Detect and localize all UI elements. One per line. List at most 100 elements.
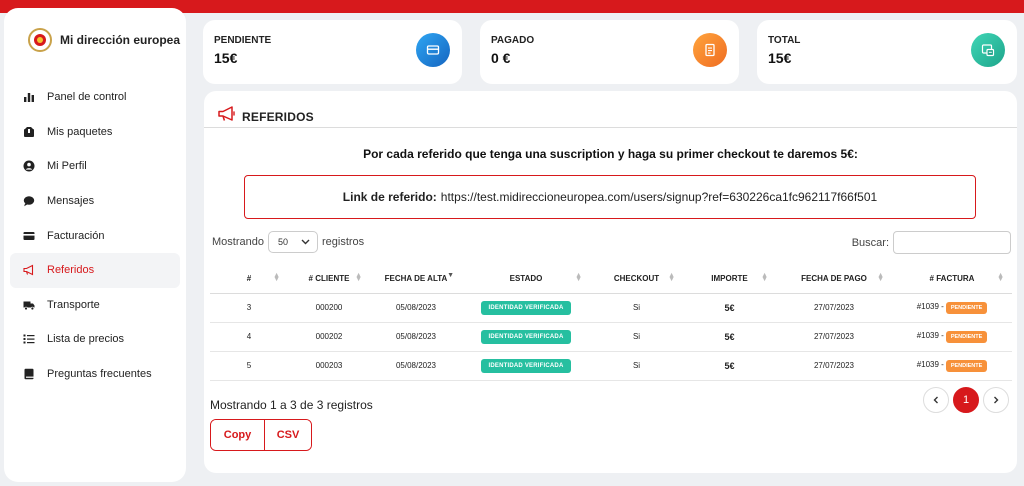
prev-page-button[interactable] xyxy=(923,387,949,413)
page-button-current[interactable]: 1 xyxy=(953,387,979,413)
sort-icon: ▲ ▼ xyxy=(355,272,362,283)
megaphone-icon xyxy=(218,106,236,127)
referral-link-box: Link de referido: https://test.midirecci… xyxy=(244,175,976,219)
column-header-fecha-pago[interactable]: FECHA DE PAGO ▲ ▼ xyxy=(776,264,892,294)
cell-fecha-alta: 05/08/2023 xyxy=(370,351,462,381)
cell-estado: IDENTIDAD VERIFICADA xyxy=(462,322,590,352)
status-badge: IDENTIDAD VERIFICADA xyxy=(481,300,571,315)
referral-link-url[interactable]: https://test.midireccioneuropea.com/user… xyxy=(441,190,877,204)
sidebar-item-label: Lista de precios xyxy=(47,333,125,346)
sidebar-item-transporte[interactable]: Transporte xyxy=(10,288,180,323)
stat-value: 15€ xyxy=(214,50,238,66)
stat-value: 15€ xyxy=(768,50,792,66)
csv-button[interactable]: CSV xyxy=(264,420,311,450)
brand[interactable]: Mi dirección europea xyxy=(28,28,180,52)
cell-factura: #1039 - PENDIENTE xyxy=(892,322,1012,352)
truck-icon xyxy=(22,298,36,312)
status-badge: IDENTIDAD VERIFICADA xyxy=(481,329,571,344)
table-info: Mostrando 1 a 3 de 3 registros xyxy=(210,398,373,412)
search-input[interactable] xyxy=(893,231,1011,254)
column-header-importe[interactable]: IMPORTE ▲ ▼ xyxy=(683,264,776,294)
sidebar-item-facturacion[interactable]: Facturación xyxy=(10,218,180,253)
invoice-number[interactable]: #1039 - xyxy=(917,360,944,369)
invoice-number[interactable]: #1039 - xyxy=(917,302,944,311)
card-header: REFERIDOS xyxy=(218,106,314,127)
table-row[interactable]: 3 000200 05/08/2023 IDENTIDAD VERIFICADA… xyxy=(210,293,1012,323)
table-row[interactable]: 5 000203 05/08/2023 IDENTIDAD VERIFICADA… xyxy=(210,351,1012,381)
page-length-value: 50 xyxy=(277,237,288,247)
column-header-factura[interactable]: # FACTURA ▲ ▼ xyxy=(892,264,1012,294)
sidebar-item-label: Panel de control xyxy=(47,91,127,104)
column-header-estado[interactable]: ESTADO ▲ ▼ xyxy=(462,264,590,294)
sidebar-item-panel-de-control[interactable]: Panel de control xyxy=(10,80,180,115)
sort-icon: ▲ ▼ xyxy=(575,272,582,283)
list-icon xyxy=(22,332,36,346)
cell-checkout: Si xyxy=(590,322,683,352)
referidos-card: REFERIDOS Por cada referido que tenga un… xyxy=(204,91,1017,473)
cell-cliente: 000203 xyxy=(288,351,370,381)
copy-button[interactable]: Copy xyxy=(211,420,264,450)
sidebar-item-mis-paquetes[interactable]: Mis paquetes xyxy=(10,115,180,150)
sidebar-item-label: Preguntas frecuentes xyxy=(47,368,152,381)
cell-fecha-pago: 27/07/2023 xyxy=(776,293,892,323)
next-page-button[interactable] xyxy=(983,387,1009,413)
pagination: 1 xyxy=(923,387,1009,413)
cell-fecha-alta: 05/08/2023 xyxy=(370,322,462,352)
search-label: Buscar: xyxy=(851,236,889,249)
length-prefix: Mostrando xyxy=(212,236,264,248)
export-buttons: Copy CSV xyxy=(210,419,312,451)
column-header-cliente[interactable]: # CLIENTE ▲ ▼ xyxy=(288,264,370,294)
cell-fecha-alta: 05/08/2023 xyxy=(370,293,462,323)
invoice-status-badge: PENDIENTE xyxy=(945,330,988,343)
table-header-row: # ▲ ▼ # CLIENTE ▲ ▼ FECHA DE ALTA ▼ ESTADO ▲ ▼ … xyxy=(210,264,1012,294)
invoice-number[interactable]: #1039 - xyxy=(917,331,944,340)
column-header-checkout[interactable]: CHECKOUT ▲ ▼ xyxy=(590,264,683,294)
sidebar-item-label: Mi Perfil xyxy=(47,160,87,173)
invoice-status-badge: PENDIENTE xyxy=(945,301,988,314)
referidos-table: # ▲ ▼ # CLIENTE ▲ ▼ FECHA DE ALTA ▼ ESTADO ▲ ▼ … xyxy=(210,264,1012,381)
cell-importe: 5€ xyxy=(683,351,776,381)
sort-icon: ▲ ▼ xyxy=(877,272,884,283)
cell-num: 3 xyxy=(210,293,288,323)
stat-label: PAGADO xyxy=(491,35,535,46)
sidebar: Mi dirección europea Panel de control Mi… xyxy=(4,8,186,482)
brand-logo xyxy=(28,28,52,52)
stat-label: PENDIENTE xyxy=(214,35,272,46)
column-header-fecha-alta[interactable]: FECHA DE ALTA ▼ xyxy=(370,264,462,294)
sort-icon: ▲ ▼ xyxy=(761,272,768,283)
sidebar-item-mensajes[interactable]: Mensajes xyxy=(10,184,180,219)
invoice-icon xyxy=(693,33,727,67)
table-search: Buscar: xyxy=(852,231,1011,254)
cell-num: 4 xyxy=(210,322,288,352)
sidebar-item-label: Transporte xyxy=(47,298,100,311)
sidebar-item-lista-de-precios[interactable]: Lista de precios xyxy=(10,322,180,357)
brand-name: Mi dirección europea xyxy=(60,33,181,47)
stat-value: 0 € xyxy=(491,50,511,66)
promo-text: Por cada referido que tenga una suscript… xyxy=(363,147,858,161)
user-icon xyxy=(22,159,36,173)
megaphone-icon xyxy=(22,263,36,277)
column-header-num[interactable]: # ▲ ▼ xyxy=(210,264,288,294)
page-length-select[interactable]: 50 xyxy=(267,231,318,253)
sidebar-item-preguntas-frecuentes[interactable]: Preguntas frecuentes xyxy=(10,357,180,392)
cell-cliente: 000200 xyxy=(288,293,370,323)
referral-link-label: Link de referido: xyxy=(342,190,437,204)
sidebar-item-referidos[interactable]: Referidos xyxy=(10,252,180,288)
chat-icon xyxy=(22,194,36,208)
card-title: REFERIDOS xyxy=(242,109,314,124)
invoice-status-badge: PENDIENTE xyxy=(945,359,988,372)
sidebar-item-mi-perfil[interactable]: Mi Perfil xyxy=(10,149,180,184)
credit-card-icon xyxy=(22,229,36,243)
cell-num: 5 xyxy=(210,351,288,381)
cell-estado: IDENTIDAD VERIFICADA xyxy=(462,351,590,381)
cell-importe: 5€ xyxy=(683,293,776,323)
sidebar-item-label: Referidos xyxy=(47,264,95,277)
receipt-icon xyxy=(971,33,1005,67)
cell-estado: IDENTIDAD VERIFICADA xyxy=(462,293,590,323)
stat-card-total: TOTAL 15€ xyxy=(757,20,1017,84)
cell-factura: #1039 - PENDIENTE xyxy=(892,351,1012,381)
table-row[interactable]: 4 000202 05/08/2023 IDENTIDAD VERIFICADA… xyxy=(210,322,1012,352)
cell-importe: 5€ xyxy=(683,322,776,352)
sort-desc-icon: ▼ xyxy=(447,272,454,279)
package-icon xyxy=(22,125,36,139)
